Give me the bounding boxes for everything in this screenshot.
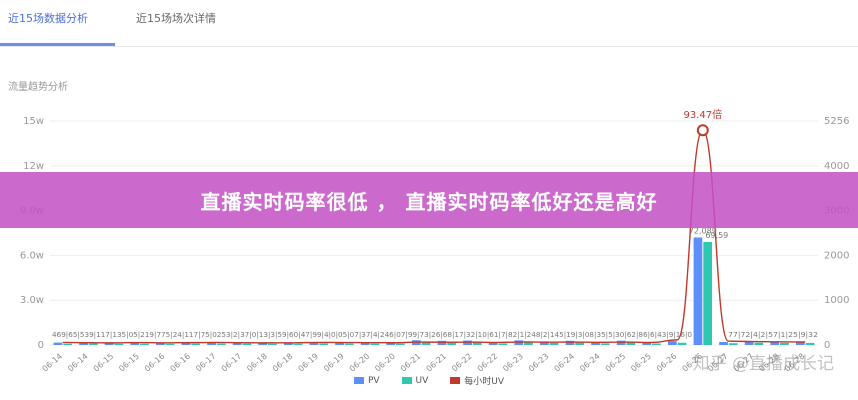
pv-bar (693, 237, 703, 345)
data-labels-row-right: 77|72|4|2|57|1|25|9|32 (728, 331, 818, 339)
uv-bar (88, 343, 98, 345)
title-banner: 直播实时码率很低 ， 直播实时码率低好还是高好 (0, 172, 858, 228)
legend-label-pv: PV (367, 375, 380, 386)
uv-bar (805, 342, 815, 345)
active-tab-indicator (0, 43, 115, 46)
x-axis-tick-label: 06-19 (322, 352, 346, 372)
legend-swatch-uv (401, 377, 412, 384)
left-axis-tick-label: 15w (23, 116, 44, 127)
legend-swatch-hourly-uv (450, 377, 461, 384)
x-axis-tick-label: 06-22 (450, 352, 474, 372)
right-axis-tick-label: 2000 (824, 250, 849, 261)
traffic-trend-chart: 03.0w6.0w9.0w12w15w010002000300040005256… (20, 108, 850, 372)
left-axis-tick-label: 0 (38, 340, 44, 351)
x-axis-tick-label: 06-22 (476, 352, 500, 372)
legend-swatch-pv (353, 377, 364, 384)
uv-bar (549, 342, 559, 345)
tab-session-details[interactable]: 近15场场次详情 (136, 10, 216, 26)
uv-bar (191, 343, 201, 345)
peak-marker (696, 124, 709, 137)
x-axis-tick-label: 06-25 (629, 352, 653, 372)
x-axis-tick-label: 06-21 (399, 352, 423, 372)
data-labels-row: 469|65|539|117|135|05|219|775|24|117|75|… (52, 331, 692, 339)
uv-bar (344, 343, 354, 345)
uv-bar (319, 343, 329, 345)
uv-bar (524, 342, 533, 345)
legend-item-uv[interactable]: UV (401, 374, 429, 387)
x-axis-tick-label: 06-17 (194, 352, 218, 372)
tab-data-analysis[interactable]: 近15场数据分析 (8, 10, 88, 26)
pv-bar (667, 341, 677, 345)
uv-bar (216, 343, 226, 345)
legend-item-pv[interactable]: PV (353, 374, 380, 387)
peak-bar-label-uv: 69,59 (705, 231, 728, 240)
uv-bar (498, 343, 508, 345)
zhihu-watermark: 知乎 @直播成长记 (692, 354, 834, 374)
x-axis-tick-label: 06-14 (66, 352, 90, 372)
uv-bar (754, 342, 764, 345)
uv-bar (268, 343, 277, 345)
x-axis-tick-label: 06-26 (655, 352, 679, 372)
x-axis-tick-label: 06-16 (143, 352, 167, 372)
legend-item-hourly-uv[interactable]: 每小时UV (450, 374, 504, 387)
uv-bar (242, 343, 252, 345)
uv-bar (600, 343, 610, 345)
right-axis-tick-label: 5256 (824, 116, 849, 127)
x-axis-tick-label: 06-14 (40, 352, 64, 372)
legend-label-uv: UV (415, 375, 429, 386)
pv-bar (53, 342, 63, 345)
legend-label-hourly-uv: 每小时UV (464, 377, 505, 387)
uv-bar (575, 342, 585, 345)
uv-bar (780, 342, 789, 345)
uv-bar (165, 343, 175, 345)
uv-bar (677, 342, 687, 345)
x-axis-tick-label: 06-20 (348, 352, 372, 372)
uv-bar (114, 343, 124, 345)
x-axis-tick-label: 06-18 (245, 352, 269, 372)
right-axis-tick-label: 1000 (824, 295, 849, 306)
pv-bar (719, 342, 728, 345)
section-title: 流量趋势分析 (8, 82, 68, 93)
right-axis-tick-label: 4000 (824, 161, 849, 172)
peak-annotation: 93.47倍 (683, 108, 722, 121)
uv-bar (293, 343, 303, 345)
uv-bar (396, 343, 405, 345)
left-axis-tick-label: 6.0w (20, 250, 44, 261)
chart-legend: PV UV 每小时UV (0, 374, 858, 387)
uv-bar (728, 343, 738, 345)
x-axis-tick-label: 06-20 (373, 352, 397, 372)
left-axis-tick-label: 12w (23, 161, 44, 172)
x-axis-tick-label: 06-23 (501, 352, 525, 372)
uv-bar (447, 342, 457, 345)
x-axis-tick-label: 06-25 (604, 352, 628, 372)
x-axis-tick-label: 06-15 (92, 352, 116, 372)
uv-bar (63, 343, 73, 345)
x-axis-tick-label: 06-17 (220, 352, 244, 372)
x-axis-tick-label: 06-18 (271, 352, 295, 372)
banner-title: 直播实时码率很低 ， 直播实时码率低好还是高好 (200, 189, 658, 214)
x-axis-tick-label: 06-23 (527, 352, 551, 372)
tab-bar: 近15场数据分析 近15场场次详情 (0, 0, 858, 47)
uv-bar (370, 343, 380, 345)
uv-bar (652, 343, 661, 345)
uv-bar (703, 241, 713, 345)
x-axis-tick-label: 06-19 (296, 352, 320, 372)
left-axis-tick-label: 3.0w (20, 295, 44, 306)
uv-bar (140, 343, 149, 345)
x-axis-tick-label: 06-24 (578, 352, 602, 372)
x-axis-tick-label: 06-15 (117, 352, 141, 372)
x-axis-tick-label: 06-16 (168, 352, 192, 372)
x-axis-tick-label: 06-24 (552, 352, 576, 372)
x-axis-tick-label: 06-21 (424, 352, 448, 372)
